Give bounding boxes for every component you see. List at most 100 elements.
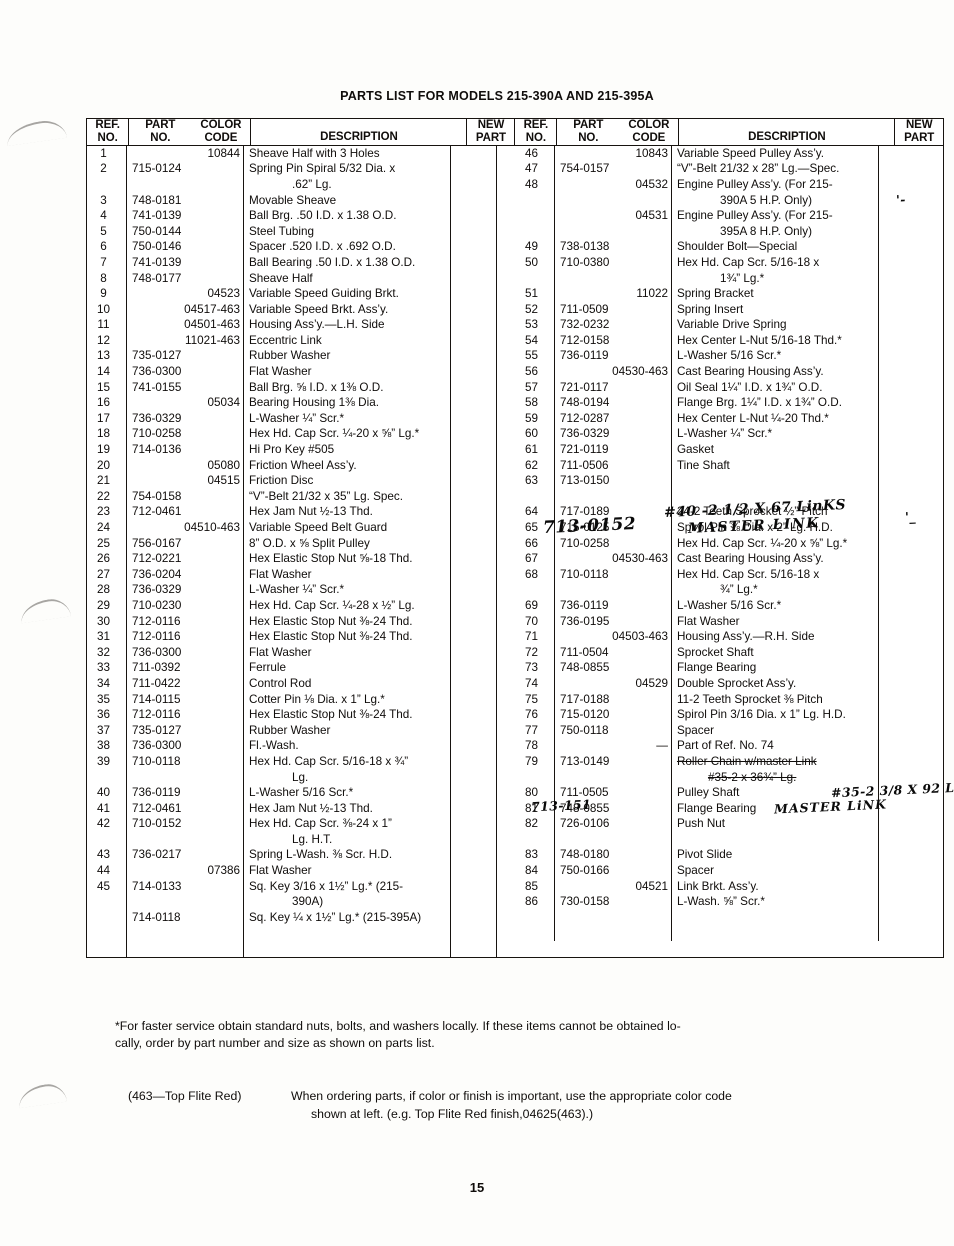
- table-row: 55 736-0119 L-Washer 5/16 Scr.*: [515, 348, 943, 365]
- cell-part-no: [127, 894, 244, 910]
- cell-ref-no: 4: [87, 208, 127, 224]
- cell-new-part: [451, 878, 497, 895]
- cell-ref-no: 72: [515, 644, 555, 661]
- cell-ref-no: 79: [515, 753, 555, 770]
- table-row: 57 721-0117 Oil Seal 1¼” I.D. x 1¾” O.D.: [515, 379, 943, 396]
- cell-description: Sprocket Shaft: [672, 644, 879, 661]
- table-row: 714-0118 Sq. Key ¼ x 1½” Lg.* (215-395A): [87, 909, 515, 926]
- table-row: 63 713-0150: [515, 473, 943, 489]
- cell-new-part: [879, 380, 925, 396]
- cell-ref-no: 53: [515, 317, 555, 333]
- cell-part-no: 715-0125: [555, 520, 672, 536]
- table-row: 74 04529 Double Sprocket Ass’y.: [515, 675, 943, 692]
- cell-part-no: 710-0118: [127, 753, 244, 770]
- table-row-spacer: [515, 909, 943, 926]
- cell-ref-no: 11: [87, 317, 127, 333]
- cell-new-part: [879, 317, 925, 333]
- cell-description: Push Nut: [672, 816, 879, 832]
- cell-part-no-with-color-code: 05080: [127, 457, 244, 474]
- cell-ref-no: [87, 769, 127, 786]
- table-row: 39 710-0118 Hex Hd. Cap Scr. 5/16-18 x ¾”: [87, 753, 515, 770]
- cell-part-no: 710-0230: [127, 597, 244, 614]
- cell-description: Steel Tubing: [244, 223, 451, 240]
- cell-description: Hex Center L-Nut ¼-20 Thd.*: [672, 410, 879, 427]
- table-row: 42 710-0152 Hex Hd. Cap Scr. ⅜-24 x 1”: [87, 816, 515, 832]
- cell-empty: [244, 925, 451, 942]
- cell-new-part: [451, 753, 497, 770]
- table-row: 72 711-0504 Sprocket Shaft: [515, 644, 943, 661]
- cell-ref-no: 17: [87, 410, 127, 427]
- table-row: 44 07386 Flat Washer: [87, 863, 515, 879]
- cell-new-part: [879, 177, 925, 193]
- table-row: 80 711-0505 Pulley Shaft: [515, 785, 943, 801]
- cell-ref-no: 73: [515, 660, 555, 676]
- cell-ref-no: 59: [515, 410, 555, 427]
- cell-part-no: 756-0167: [127, 535, 244, 552]
- cell-description: L-Washer ¼” Scr.*: [244, 410, 451, 427]
- cell-new-part: [879, 582, 925, 598]
- cell-ref-no: 70: [515, 613, 555, 630]
- cell-empty: [451, 941, 497, 957]
- table-row: 68 710-0118 Hex Hd. Cap Scr. 5/16-18 x: [515, 566, 943, 583]
- cell-ref-no: 16: [87, 395, 127, 411]
- cell-ref-no: 50: [515, 254, 555, 271]
- cell-description: Shoulder Bolt—Special: [672, 239, 879, 255]
- cell-ref-no: 85: [515, 878, 555, 895]
- cell-part-no: 736-0195: [555, 613, 672, 630]
- cell-ref-no: 60: [515, 426, 555, 443]
- table-row: 9 04523 Variable Speed Guiding Brkt.: [87, 286, 515, 302]
- table-row: 64 717-0189 24-2 Teeth Sprocket ½” Pitch: [515, 504, 943, 520]
- table-row: 46 10843 Variable Speed Pulley Ass’y.: [515, 145, 943, 162]
- cell-new-part: [879, 255, 925, 271]
- cell-new-part: [879, 785, 925, 801]
- cell-empty: [879, 910, 925, 926]
- cell-new-part: [451, 254, 497, 271]
- cell-description: L-Washer ¼” Scr.*: [244, 582, 451, 598]
- cell-description: Variable Speed Guiding Brkt.: [244, 286, 451, 302]
- cell-description: Hex Elastic Stop Nut ⅜-24 Thd.: [244, 707, 451, 723]
- page-title: PARTS LIST FOR MODELS 215-390A AND 215-3…: [340, 89, 654, 103]
- cell-ref-no: 12: [87, 332, 127, 349]
- cell-new-part: [879, 146, 925, 162]
- cell-new-part: [451, 831, 497, 848]
- cell-part-no: 710-0380: [555, 254, 672, 271]
- cell-part-no: 713-0150: [555, 473, 672, 489]
- cell-ref-no: 5: [87, 223, 127, 240]
- cell-part-no: 736-0119: [127, 785, 244, 801]
- cell-ref-no: 65: [515, 520, 555, 536]
- table-row: 83 748-0180 Pivot Slide: [515, 847, 943, 864]
- cell-new-part: [879, 894, 925, 910]
- cell-description: L-Washer ¼” Scr.*: [672, 426, 879, 443]
- cell-description: Cast Bearing Housing Ass’y.: [672, 364, 879, 380]
- table-row: .62” Lg.: [87, 176, 515, 193]
- cell-part-no: [555, 582, 672, 598]
- cell-new-part: [451, 520, 497, 536]
- table-row: 75 717-0188 11-2 Teeth Sprocket ⅜ Pitch: [515, 691, 943, 708]
- page-number: 15: [469, 1180, 485, 1195]
- cell-part-no: 712-0116: [127, 629, 244, 645]
- cell-part-no: 712-0461: [127, 800, 244, 817]
- col-header-new-part-right: NEW PART: [894, 119, 943, 146]
- cell-ref-no: 36: [87, 707, 127, 723]
- cell-description: Part of Ref. No. 74: [672, 738, 879, 754]
- cell-part-no: 750-0166: [555, 863, 672, 879]
- footnote-line-2: cally, order by part number and size as …: [115, 1036, 435, 1050]
- cell-ref-no: 54: [515, 332, 555, 349]
- table-row: 13 735-0127 Rubber Washer: [87, 348, 515, 365]
- cell-new-part: [879, 536, 925, 552]
- table-row: 47 754-0157 “V”-Belt 21/32 x 28” Lg.—Spec.: [515, 161, 943, 177]
- cell-description: Flat Washer: [244, 863, 451, 879]
- cell-description: Hex Hd. Cap Scr. ¼-28 x ½” Lg.: [244, 597, 451, 614]
- table-row: 34 711-0422 Control Rod: [87, 675, 515, 692]
- table-row: 27 736-0204 Flat Washer: [87, 566, 515, 583]
- cell-part-no-with-color-code: 04521: [555, 878, 672, 895]
- cell-part-no: [127, 769, 244, 786]
- cell-part-no: 714-0115: [127, 691, 244, 708]
- cell-ref-no: [515, 270, 555, 287]
- table-row: 78— Part of Ref. No. 74: [515, 738, 943, 754]
- cell-ref-no: 30: [87, 613, 127, 630]
- cell-part-no: 712-0287: [555, 410, 672, 427]
- col-header-color-code-left: COLOR CODE: [191, 119, 252, 146]
- cell-new-part: [879, 707, 925, 723]
- table-row: Lg.: [87, 769, 515, 786]
